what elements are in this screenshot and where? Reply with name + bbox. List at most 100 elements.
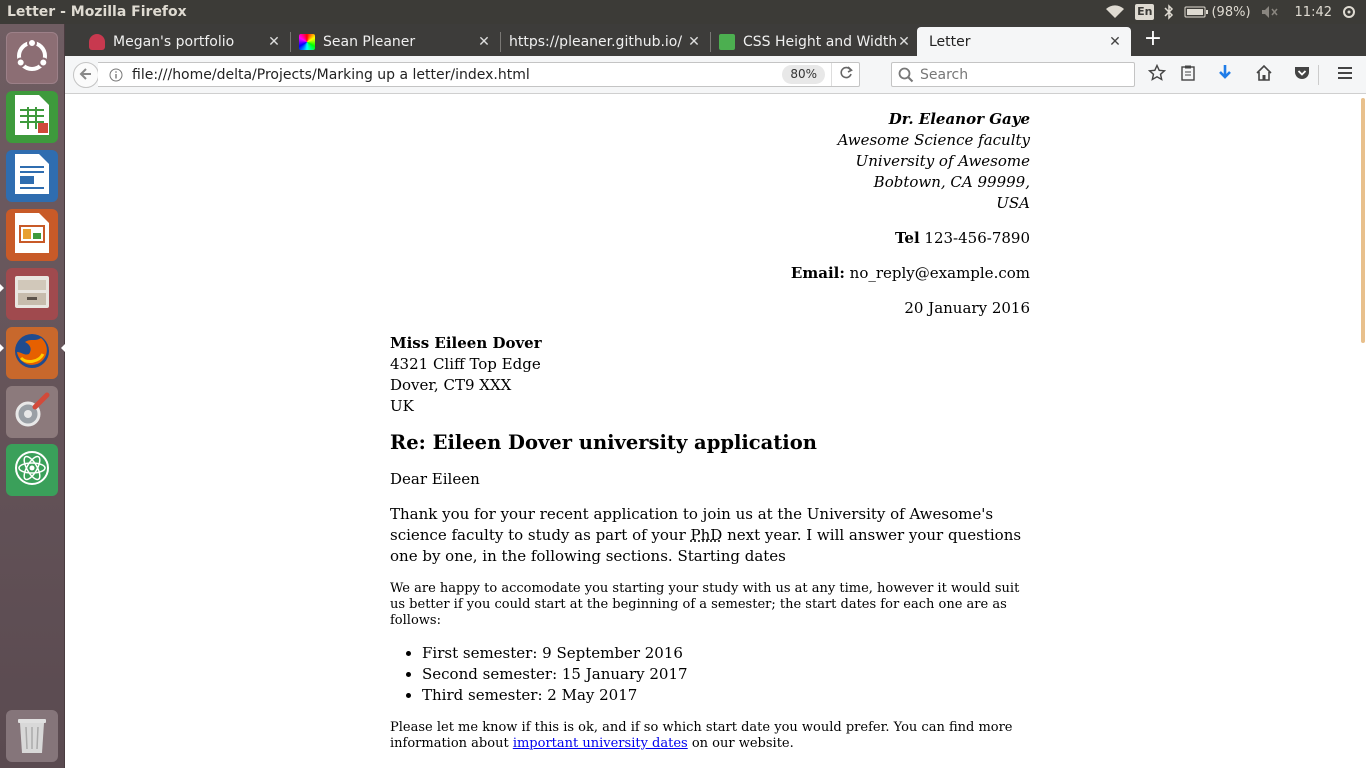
sender-line: Bobtown, CA 99999, (873, 173, 1030, 191)
spreadsheet-icon (13, 93, 51, 141)
greeting: Dear Eileen (390, 470, 480, 488)
power-gear-icon[interactable] (1342, 5, 1356, 19)
tab-sean-pleaner[interactable]: Sean Pleaner ✕ (275, 27, 500, 56)
portfolio-favicon-icon (89, 33, 105, 50)
pocket-icon (1293, 64, 1311, 86)
launcher-file-manager[interactable] (6, 268, 58, 320)
clipboard-icon (1179, 64, 1197, 86)
tab-label: Megan's portfolio (113, 33, 235, 50)
sender-line: USA (996, 194, 1030, 212)
important-dates-link[interactable]: important university dates (513, 736, 688, 751)
closing-paragraph: Please let me know if this is ok, and if… (390, 720, 1030, 752)
launcher-atom-editor[interactable] (6, 444, 58, 496)
back-arrow-icon (79, 66, 93, 85)
atom-icon (12, 448, 52, 492)
url-text[interactable]: file:///home/delta/Projects/Marking up a… (132, 67, 782, 83)
navigation-toolbar: file:///home/delta/Projects/Marking up a… (65, 56, 1366, 94)
list-item: First semester: 9 September 2016 (422, 643, 1030, 664)
tab-bar: Megan's portfolio ✕ Sean Pleaner ✕ https… (65, 24, 1366, 56)
letter-date: 20 January 2016 (904, 299, 1030, 317)
launcher-trash[interactable] (6, 710, 58, 762)
volume-muted-icon[interactable] (1261, 5, 1279, 19)
recipient-line: Dover, CT9 XXX (390, 376, 512, 394)
clock[interactable]: 11:42 (1295, 5, 1332, 20)
unity-launcher (0, 24, 65, 768)
page-content: Dr. Eleanor Gaye Awesome Science faculty… (65, 95, 1359, 768)
color-wheel-favicon-icon (299, 33, 315, 50)
keyboard-layout-indicator[interactable]: En (1135, 4, 1155, 20)
bluetooth-icon[interactable] (1164, 4, 1174, 20)
pocket-button[interactable] (1292, 65, 1312, 85)
list-item: Third semester: 2 May 2017 (422, 685, 1030, 706)
launcher-running-indicator (0, 344, 4, 352)
close-tab-icon[interactable]: ✕ (1107, 34, 1123, 50)
telephone-line: Tel 123-456-7890 (390, 228, 1030, 249)
wrench-gear-icon (11, 389, 53, 435)
intro-paragraph: Thank you for your recent application to… (390, 504, 1030, 567)
recipient-line: 4321 Cliff Top Edge (390, 355, 541, 373)
launcher-libreoffice-impress[interactable] (6, 209, 58, 261)
downloads-button[interactable] (1215, 65, 1235, 85)
sender-line: University of Awesome (855, 152, 1030, 170)
zoom-level-badge[interactable]: 80% (782, 65, 825, 84)
reload-button[interactable] (831, 63, 859, 86)
launcher-ubuntu-dash[interactable] (6, 32, 58, 84)
launcher-firefox[interactable] (6, 327, 58, 379)
launcher-running-indicator (0, 284, 4, 292)
tel-value: 123-456-7890 (924, 229, 1030, 247)
wifi-icon[interactable] (1105, 5, 1125, 19)
tel-label: Tel (894, 229, 920, 247)
battery-indicator[interactable]: (98%) (1184, 5, 1251, 20)
tab-label: Letter (929, 33, 971, 50)
back-button[interactable] (73, 62, 99, 88)
hamburger-menu-icon (1336, 64, 1354, 86)
phd-abbreviation: PhD (690, 526, 723, 544)
recipient-name: Miss Eileen Dover (390, 334, 542, 352)
tab-letter[interactable]: Letter ✕ (917, 27, 1131, 56)
firefox-icon (11, 330, 53, 376)
tab-css-height-width[interactable]: CSS Height and Width ✕ (695, 27, 920, 56)
close-tab-icon[interactable]: ✕ (896, 34, 912, 50)
w3schools-favicon-icon (719, 33, 735, 50)
letter-subject-heading: Re: Eileen Dover university application (390, 431, 817, 454)
sender-name: Dr. Eleanor Gaye (888, 110, 1030, 128)
system-top-panel: Letter - Mozilla Firefox En (98%) 11:42 (0, 0, 1366, 24)
star-icon (1147, 63, 1167, 86)
email-line: Email: no_reply@example.com (390, 263, 1030, 284)
tab-megans-portfolio[interactable]: Megan's portfolio ✕ (65, 27, 290, 56)
tab-label: CSS Height and Width (743, 33, 896, 50)
launcher-libreoffice-writer[interactable] (6, 150, 58, 202)
search-bar[interactable] (891, 62, 1135, 87)
email-value: no_reply@example.com (849, 264, 1030, 282)
home-icon (1255, 64, 1273, 86)
system-indicators: En (98%) 11:42 (1105, 0, 1356, 24)
download-arrow-icon (1216, 64, 1234, 86)
launcher-system-settings[interactable] (6, 386, 58, 438)
toolbar-separator (1318, 65, 1319, 85)
home-button[interactable] (1254, 64, 1274, 86)
window-title: Letter - Mozilla Firefox (7, 4, 187, 20)
reload-icon (839, 65, 853, 84)
bookmark-star-button[interactable] (1147, 63, 1167, 86)
url-bar[interactable]: file:///home/delta/Projects/Marking up a… (98, 62, 860, 87)
launcher-libreoffice-calc[interactable] (6, 91, 58, 143)
closing-text: on our website. (687, 736, 794, 751)
scrollbar-thumb[interactable] (1361, 98, 1365, 343)
email-label: Email: (790, 264, 845, 282)
open-menu-button[interactable] (1335, 65, 1355, 85)
ubuntu-logo-icon (12, 36, 52, 80)
trash-icon (14, 713, 50, 759)
document-icon (13, 152, 51, 200)
sender-line: Awesome Science faculty (837, 131, 1030, 149)
info-icon[interactable] (108, 67, 124, 83)
file-cabinet-icon (12, 272, 52, 316)
reading-list-button[interactable] (1178, 65, 1198, 85)
recipient-address: Miss Eileen Dover 4321 Cliff Top Edge Do… (390, 333, 1030, 417)
letter: Dr. Eleanor Gaye Awesome Science faculty… (390, 95, 1030, 752)
search-input[interactable] (920, 66, 1120, 83)
tab-pleaner-github[interactable]: https://pleaner.github.io/ ✕ (485, 27, 710, 56)
tab-label: https://pleaner.github.io/ (509, 33, 683, 50)
search-icon (898, 67, 914, 83)
sender-address: Dr. Eleanor Gaye Awesome Science faculty… (390, 109, 1030, 214)
new-tab-button[interactable]: + (1140, 27, 1166, 53)
